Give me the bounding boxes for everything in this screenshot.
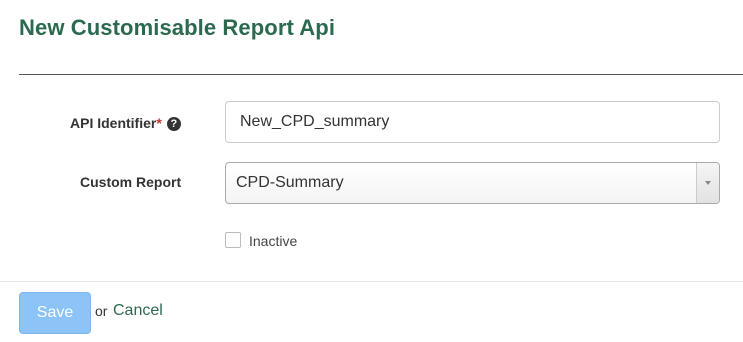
footer-divider [0,281,743,282]
page-title: New Customisable Report Api [19,15,336,40]
cancel-link[interactable]: Cancel [113,302,163,320]
required-mark: * [156,115,162,131]
custom-report-label: Custom Report [80,174,182,190]
inactive-checkbox[interactable] [225,232,241,248]
api-identifier-input[interactable] [225,101,720,143]
custom-report-selected-value: CPD-Summary [236,174,344,191]
chevron-down-icon [705,181,711,185]
question-circle-icon[interactable]: ? [166,117,181,131]
report-api-form-page: New Customisable Report Api API Identifi… [0,0,743,342]
inactive-label[interactable]: Inactive [249,233,297,249]
select-toggle[interactable] [696,163,719,203]
title-divider [19,74,743,75]
api-identifier-label: API Identifier*? [70,115,181,131]
save-button[interactable]: Save [19,292,91,334]
custom-report-select[interactable]: CPD-Summary [225,162,720,204]
api-identifier-label-text: API Identifier [70,115,157,131]
or-text: or [95,303,108,319]
